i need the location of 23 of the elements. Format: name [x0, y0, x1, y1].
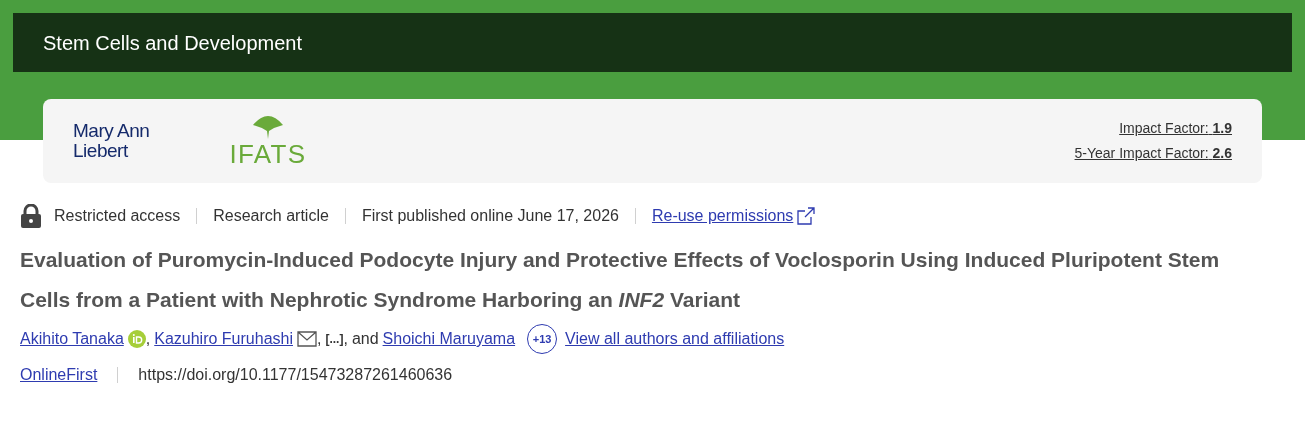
access-label: Restricted access	[54, 206, 181, 226]
expand-authors-button[interactable]: [...]	[325, 330, 344, 348]
conjunction-text: and	[351, 329, 379, 349]
impact-factor-link[interactable]: 5-Year Impact Factor: 2.6	[1074, 143, 1232, 164]
publisher-logo[interactable]: Mary Ann Liebert	[73, 121, 150, 161]
meta-text: First published online June 17, 2026	[361, 206, 619, 226]
doi-text: https://doi.org/10.1177/15473287261460636	[138, 365, 453, 385]
impact-factor-link[interactable]: Impact Factor: 1.9	[1119, 118, 1232, 139]
author-link[interactable]: Kazuhiro Furuhashi	[154, 327, 293, 351]
external-link-icon	[797, 207, 816, 225]
separator-text: ,	[317, 329, 322, 349]
article-title: Evaluation of Puromycin-Induced Podocyte Injury and Protective Effects of Voclosporin Using Induced Pluripotent Stem Cells from a Patient with Nephrotic Syndrome Harboring an INF2 Variant	[19, 247, 1221, 313]
status-link[interactable]: OnlineFirst	[20, 363, 98, 387]
view-all-authors-link[interactable]: View all authors and affiliations	[565, 327, 785, 351]
lock-icon	[20, 204, 42, 228]
reuse-permissions-link[interactable]: Re-use permissions	[651, 204, 816, 228]
author-link[interactable]: Akihito Tanaka	[20, 327, 124, 351]
meta-text: Research article	[213, 206, 329, 226]
journal-title[interactable]: Stem Cells and Development	[43, 27, 302, 58]
separator-text: ,	[145, 329, 151, 349]
separator-text: ,	[343, 329, 348, 349]
author-link[interactable]: Shoichi Maruyama	[382, 327, 516, 351]
email-icon[interactable]	[297, 331, 317, 347]
